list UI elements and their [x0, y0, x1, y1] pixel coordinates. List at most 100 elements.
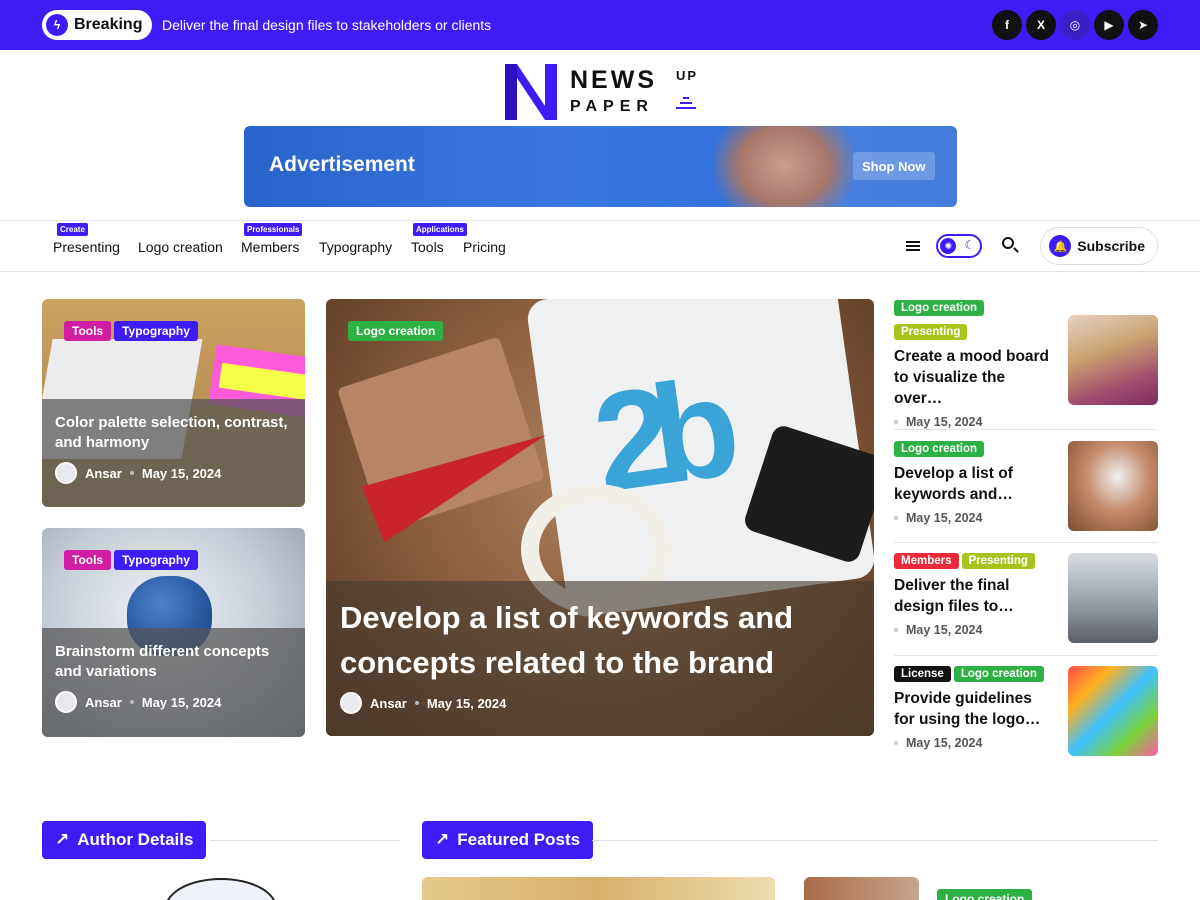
post-title[interactable]: Color palette selection, contrast, and h…: [55, 413, 290, 453]
nav-badge-professionals: Professionals: [244, 223, 303, 236]
post-meta: Ansar May 15, 2024: [55, 691, 221, 713]
tag-typography[interactable]: Typography: [114, 550, 198, 570]
hamburger-menu-icon[interactable]: [906, 239, 921, 253]
tag-license[interactable]: License: [894, 666, 951, 682]
featured-post-image[interactable]: [422, 877, 775, 900]
author-name[interactable]: Ansar: [370, 696, 407, 711]
list-item[interactable]: Members Presenting Deliver the final desi…: [894, 551, 1158, 643]
post-title[interactable]: Develop a list of keywords and concepts …: [340, 595, 840, 685]
author-name[interactable]: Ansar: [85, 695, 122, 710]
post-card-brainstorm[interactable]: Tools Typography Brainstorm different con…: [42, 528, 305, 737]
site-logo[interactable]: NEWS PAPER UP: [503, 62, 703, 124]
nav-label: Tools: [411, 239, 444, 255]
instagram-icon[interactable]: ◎: [1060, 10, 1090, 40]
telegram-icon[interactable]: ➤: [1128, 10, 1158, 40]
post-thumbnail-pencils[interactable]: [1068, 315, 1158, 405]
breaking-badge: ϟ Breaking: [42, 10, 153, 40]
tag-members[interactable]: Members: [894, 553, 959, 569]
tag-logo-creation[interactable]: Logo creation: [953, 666, 1044, 682]
list-item[interactable]: License Logo creation Provide guidelines …: [894, 664, 1158, 756]
tag-tools[interactable]: Tools: [64, 550, 112, 570]
logo-stack-icon: [675, 97, 697, 112]
post-date: May 15, 2024: [906, 736, 983, 750]
post-date: May 15, 2024: [141, 465, 222, 481]
nav-label: Logo creation: [138, 239, 223, 255]
tag-logo-creation[interactable]: Logo creation: [348, 321, 444, 341]
featured-posts-heading: ↗ Featured Posts: [422, 821, 594, 859]
author-avatar: [55, 691, 77, 713]
nav-item-typography[interactable]: Typography: [319, 239, 392, 255]
list-item[interactable]: Logo creation Presenting Create a mood b…: [894, 298, 1158, 429]
tag-typography[interactable]: Typography: [114, 321, 198, 341]
post-tags: Tools Typography: [64, 550, 201, 570]
post-date: May 15, 2024: [906, 415, 983, 429]
author-name[interactable]: Ansar: [85, 466, 122, 481]
shop-now-button[interactable]: Shop Now: [853, 152, 935, 180]
section-title: Author Details: [77, 830, 194, 849]
nav-badge-applications: Applications: [413, 223, 468, 236]
post-card-color-palette[interactable]: Tools Typography Color palette selection,…: [42, 299, 305, 507]
dark-mode-toggle[interactable]: ✺ ☾: [936, 234, 983, 258]
breaking-ticker-link[interactable]: Deliver the final design files to stakeh…: [162, 17, 491, 33]
tag-presenting[interactable]: Presenting: [894, 324, 968, 340]
nav-badge-create: Create: [57, 223, 88, 236]
separator-dot: [894, 741, 898, 745]
ad-title: Advertisement: [269, 153, 415, 176]
bolt-icon: ϟ: [46, 14, 68, 36]
post-title[interactable]: Provide guidelines for using the logo…: [894, 688, 1054, 730]
section-divider: [592, 840, 1158, 841]
bell-icon: 🔔: [1049, 235, 1072, 257]
main-navigation: Create Presenting Logo creation Professi…: [0, 220, 1200, 272]
youtube-icon[interactable]: ▶: [1094, 10, 1124, 40]
separator-dot: [894, 420, 898, 424]
logo-word-news: NEWS: [570, 66, 657, 94]
list-item[interactable]: Logo creation Develop a list of keywords…: [894, 439, 1158, 531]
facebook-icon[interactable]: f: [992, 10, 1022, 40]
section-divider: [210, 840, 400, 841]
x-icon[interactable]: X: [1026, 10, 1056, 40]
author-avatar: [55, 462, 77, 484]
post-title[interactable]: Brainstorm different concepts and variat…: [55, 642, 295, 682]
nav-label: Presenting: [53, 239, 120, 255]
author-avatar-large[interactable]: [165, 878, 277, 900]
post-title[interactable]: Create a mood board to visualize the ove…: [894, 346, 1054, 409]
post-date: May 15, 2024: [426, 695, 507, 711]
nav-item-members[interactable]: Professionals Members: [241, 223, 303, 255]
search-icon[interactable]: [1002, 237, 1020, 255]
logo-word-up: UP: [676, 68, 699, 83]
nav-item-pricing[interactable]: Pricing: [463, 239, 506, 255]
nav-label: Typography: [319, 239, 393, 255]
tag-logo-creation[interactable]: Logo creation: [937, 889, 1033, 900]
post-thumbnail-meeting[interactable]: [1068, 553, 1158, 643]
ad-model-image: [714, 126, 854, 207]
post-caption: Color palette selection, contrast, and h…: [42, 399, 305, 507]
advertisement-banner[interactable]: Advertisement Shop Now: [244, 126, 957, 207]
arrow-up-right-icon: ↗: [55, 830, 70, 849]
moon-icon: ☾: [964, 238, 976, 252]
featured-post-card[interactable]: 2b Logo creation Develop a list of keywo…: [326, 299, 874, 736]
breaking-news-bar: ϟ Breaking Deliver the final design file…: [0, 0, 1200, 50]
post-caption: Develop a list of keywords and concepts …: [326, 581, 874, 736]
post-date: May 15, 2024: [906, 623, 983, 637]
post-date: May 15, 2024: [141, 694, 222, 710]
subscribe-button[interactable]: 🔔 Subscribe: [1040, 227, 1158, 265]
subscribe-label: Subscribe: [1077, 238, 1145, 254]
divider: [894, 542, 1158, 543]
post-title[interactable]: Deliver the final design files to…: [894, 575, 1054, 617]
post-thumbnail-letters[interactable]: [1068, 666, 1158, 756]
separator-dot: [129, 700, 134, 704]
nav-item-logo-creation[interactable]: Logo creation: [138, 239, 223, 255]
nav-item-tools[interactable]: Applications Tools: [411, 223, 468, 255]
breaking-label: Breaking: [74, 16, 143, 33]
post-thumbnail-desk[interactable]: [1068, 441, 1158, 531]
tag-logo-creation[interactable]: Logo creation: [894, 441, 985, 457]
tag-logo-creation[interactable]: Logo creation: [894, 300, 985, 316]
post-title[interactable]: Develop a list of keywords and…: [894, 463, 1054, 505]
separator-dot: [894, 628, 898, 632]
tag-presenting[interactable]: Presenting: [961, 553, 1035, 569]
tag-tools[interactable]: Tools: [64, 321, 112, 341]
post-date: May 15, 2024: [906, 511, 983, 525]
author-details-heading: ↗ Author Details: [42, 821, 207, 859]
featured-post-thumbnail[interactable]: [804, 877, 919, 900]
nav-item-presenting[interactable]: Create Presenting: [53, 223, 120, 255]
